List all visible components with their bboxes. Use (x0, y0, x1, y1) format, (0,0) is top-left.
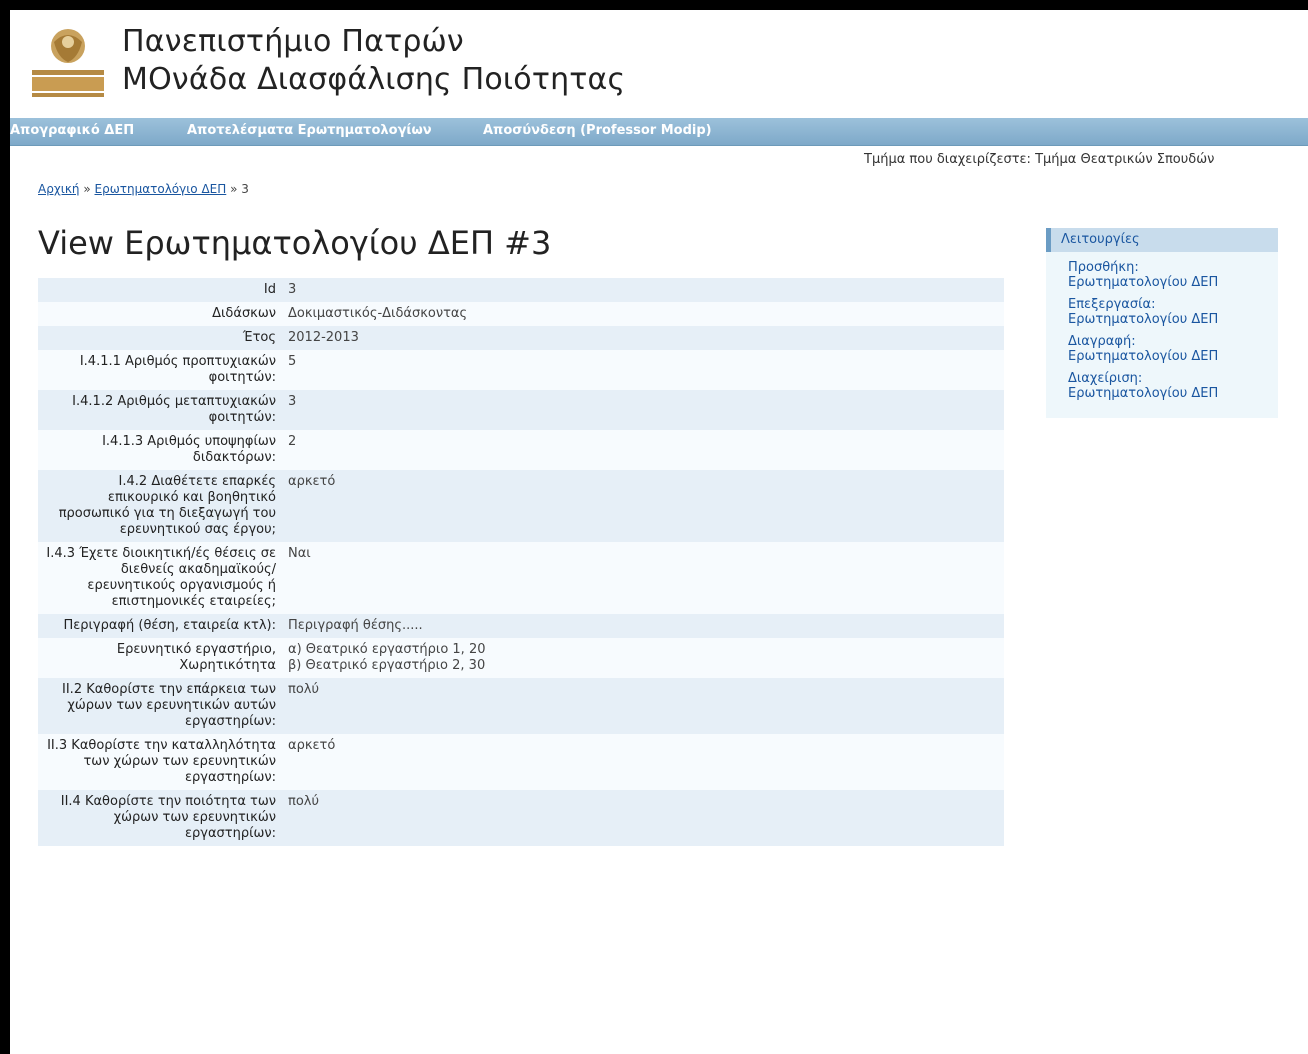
field-label: Ι.4.2 Διαθέτετε επαρκές επικουρικό και β… (58, 474, 276, 537)
menu-apografiko[interactable]: Απογραφικό ΔΕΠ (10, 123, 134, 138)
table-row: Ι.4.1.2 Αριθμός μεταπτυχιακών φοιτητών: … (38, 390, 1004, 430)
field-value: πολύ (288, 682, 319, 697)
link-label: Προσθήκη: (1068, 260, 1139, 275)
breadcrumb-home[interactable]: Αρχική (38, 182, 80, 196)
menu-apotelesmata[interactable]: Αποτελέσματα Ερωτηματολογίων (187, 123, 432, 138)
link-label: Επεξεργασία: (1068, 297, 1156, 312)
link-label: Ερωτηματολογίου ΔΕΠ (1068, 275, 1219, 290)
field-label: ΙΙ.4 Καθορίστε την ποιότητα των χώρων τω… (60, 794, 276, 841)
lab-entry: β) Θεατρικό εργαστήριο 2, 30 (288, 658, 486, 673)
link-label: Ερωτηματολογίου ΔΕΠ (1068, 386, 1219, 401)
table-row: ΙΙ.3 Καθορίστε την καταλληλότητα των χώρ… (38, 734, 1004, 790)
table-row: Ι.4.1.1 Αριθμός προπτυχιακών φοιτητών: 5 (38, 350, 1004, 390)
unit-title: ΜΟνάδα Διασφάλισης Ποιότητας (122, 62, 626, 97)
breadcrumb: Αρχική » Ερωτηματολόγιο ΔΕΠ » 3 (38, 182, 249, 196)
field-value: 3 (288, 282, 297, 297)
field-label: ΙΙ.3 Καθορίστε την καταλληλότητα των χώρ… (47, 738, 276, 785)
field-label: Ι.4.1.2 Αριθμός μεταπτυχιακών φοιτητών: (72, 394, 276, 425)
field-value: αρκετό (288, 474, 336, 489)
field-value: 3 (288, 394, 297, 409)
link-label: Διαχείριση: (1068, 371, 1143, 386)
table-row: Ι.4.2 Διαθέτετε επαρκές επικουρικό και β… (38, 470, 1004, 542)
breadcrumb-separator: » (83, 182, 91, 196)
table-row: ΙΙ.2 Καθορίστε την επάρκεια των χώρων τω… (38, 678, 1004, 734)
field-label: Ι.4.1.3 Αριθμός υποψηφίων διδακτόρων: (102, 434, 276, 465)
menu-logout[interactable]: Αποσύνδεση (Professor Modip) (483, 123, 712, 138)
field-label: Διδάσκων (212, 306, 276, 321)
university-title: Πανεπιστήμιο Πατρών (122, 24, 464, 59)
table-row: Id 3 (38, 278, 1004, 302)
main-menu: Απογραφικό ΔΕΠ Αποτελέσματα Ερωτηματολογ… (10, 118, 1308, 146)
list-item: Διαχείριση: Ερωτηματολογίου ΔΕΠ (1068, 371, 1268, 401)
link-label: Ερωτηματολογίου ΔΕΠ (1068, 312, 1219, 327)
field-value: πολύ (288, 794, 319, 809)
field-label: ΙΙ.2 Καθορίστε την επάρκεια των χώρων τω… (62, 682, 276, 729)
field-value: α) Θεατρικό εργαστήριο 1, 20 β) Θεατρικό… (282, 638, 1004, 678)
table-row: Περιγραφή (θέση, εταιρεία κτλ): Περιγραφ… (38, 614, 1004, 638)
link-label: Ερωτηματολογίου ΔΕΠ (1068, 349, 1219, 364)
table-row: Ερευνητικό εργαστήριο, Χωρητικότητα α) Θ… (38, 638, 1004, 678)
department-info: Τμήμα που διαχειρίζεστε: Τμήμα Θεατρικών… (864, 152, 1215, 167)
field-value: 5 (288, 354, 297, 369)
field-label: Id (263, 282, 276, 297)
field-value: 2012-2013 (288, 330, 359, 345)
list-item: Επεξεργασία: Ερωτηματολογίου ΔΕΠ (1068, 297, 1268, 327)
field-label: Ι.4.1.1 Αριθμός προπτυχιακών φοιτητών: (79, 354, 276, 385)
site-header: Πανεπιστήμιο Πατρών ΜΟνάδα Διασφάλισης Π… (10, 10, 1308, 116)
breadcrumb-separator: » (230, 182, 238, 196)
field-value: αρκετό (288, 738, 336, 753)
field-value: 2 (288, 434, 297, 449)
delete-link[interactable]: Διαγραφή: Ερωτηματολογίου ΔΕΠ (1068, 334, 1268, 364)
field-label: Ι.4.3 Έχετε διοικητική/ές θέσεις σε διεθ… (46, 546, 276, 609)
field-label: Έτος (242, 330, 276, 345)
link-label: Διαγραφή: (1068, 334, 1136, 349)
update-link[interactable]: Επεξεργασία: Ερωτηματολογίου ΔΕΠ (1068, 297, 1268, 327)
operations-menu: Προσθήκη: Ερωτηματολογίου ΔΕΠ Επεξεργασί… (1046, 252, 1278, 418)
browser-page: Πανεπιστήμιο Πατρών ΜΟνάδα Διασφάλισης Π… (10, 10, 1308, 1054)
university-logo (32, 29, 104, 97)
table-row: ΙΙ.4 Καθορίστε την ποιότητα των χώρων τω… (38, 790, 1004, 846)
field-label: Περιγραφή (θέση, εταιρεία κτλ): (63, 618, 276, 633)
field-value: Ναι (288, 546, 311, 561)
list-item: Διαγραφή: Ερωτηματολογίου ΔΕΠ (1068, 334, 1268, 364)
field-label: Ερευνητικό εργαστήριο, Χωρητικότητα (116, 642, 276, 673)
sidebar-title: Λειτουργίες (1046, 228, 1278, 252)
page-title: View Ερωτηματολογίου ΔΕΠ #3 (38, 224, 552, 262)
detail-view-table: Id 3 Διδάσκων Δοκιμαστικός-Διδάσκοντας Έ… (38, 278, 1004, 846)
lab-entry: α) Θεατρικό εργαστήριο 1, 20 (288, 642, 486, 657)
manage-link[interactable]: Διαχείριση: Ερωτηματολογίου ΔΕΠ (1068, 371, 1268, 401)
table-row: Ι.4.1.3 Αριθμός υποψηφίων διδακτόρων: 2 (38, 430, 1004, 470)
list-item: Προσθήκη: Ερωτηματολογίου ΔΕΠ (1068, 260, 1268, 290)
breadcrumb-section[interactable]: Ερωτηματολόγιο ΔΕΠ (95, 182, 227, 196)
breadcrumb-current: 3 (241, 182, 249, 196)
field-value: Δοκιμαστικός-Διδάσκοντας (288, 306, 468, 321)
table-row: Ι.4.3 Έχετε διοικητική/ές θέσεις σε διεθ… (38, 542, 1004, 614)
field-value: Περιγραφή θέσης..... (288, 618, 423, 633)
table-row: Έτος 2012-2013 (38, 326, 1004, 350)
table-row: Διδάσκων Δοκιμαστικός-Διδάσκοντας (38, 302, 1004, 326)
create-link[interactable]: Προσθήκη: Ερωτηματολογίου ΔΕΠ (1068, 260, 1268, 290)
operations-sidebar: Λειτουργίες Προσθήκη: Ερωτηματολογίου ΔΕ… (1046, 228, 1278, 418)
